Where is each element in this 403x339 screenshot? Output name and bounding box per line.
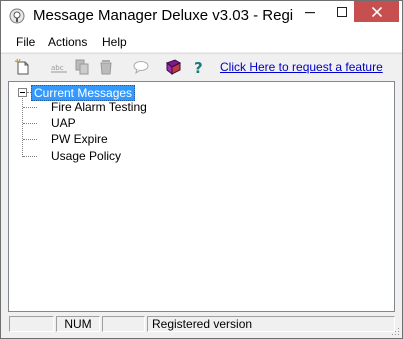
title-bar[interactable]: Message Manager Deluxe v3.03 - Regi: [1, 1, 402, 32]
rename-icon[interactable]: abc: [50, 58, 68, 76]
window-title: Message Manager Deluxe v3.03 - Regi: [33, 7, 294, 24]
status-pane-registration: Registered version: [147, 316, 395, 332]
maximize-button[interactable]: [327, 1, 357, 22]
help-icon[interactable]: ?: [190, 58, 208, 77]
tree-item[interactable]: Usage Policy: [51, 149, 121, 163]
tree-item[interactable]: PW Expire: [51, 132, 108, 146]
tree-root-current-messages[interactable]: Current Messages: [31, 85, 136, 101]
svg-text:?: ?: [194, 59, 203, 76]
minimize-icon: [305, 11, 315, 13]
menu-bar: File Actions Help: [1, 32, 402, 52]
close-icon: [371, 6, 382, 17]
app-window: Message Manager Deluxe v3.03 - Regi File…: [0, 0, 403, 339]
book-icon[interactable]: [164, 58, 182, 76]
toolbar: abc ? Click Here to request a feature: [1, 53, 402, 80]
app-icon[interactable]: [9, 8, 25, 24]
resize-grip-icon[interactable]: [390, 326, 400, 336]
comment-icon[interactable]: [132, 58, 150, 76]
status-pane-caps: [9, 316, 54, 332]
status-pane-num: NUM: [56, 316, 100, 332]
tree-item[interactable]: Fire Alarm Testing: [51, 100, 147, 114]
menu-file[interactable]: File: [16, 35, 35, 49]
request-feature-link[interactable]: Click Here to request a feature: [220, 60, 383, 74]
tree-item[interactable]: UAP: [51, 116, 76, 130]
status-pane-scroll: [102, 316, 145, 332]
menu-help[interactable]: Help: [102, 35, 127, 49]
maximize-icon: [337, 6, 347, 17]
tree-collapse-toggle[interactable]: [18, 88, 27, 97]
svg-text:abc: abc: [51, 64, 64, 72]
tree-connector: [23, 156, 37, 157]
delete-icon[interactable]: [97, 58, 115, 76]
status-bar: NUM Registered version: [1, 314, 402, 338]
tree-connector: [23, 123, 37, 124]
menu-actions[interactable]: Actions: [48, 35, 87, 49]
minimize-button[interactable]: [295, 1, 325, 22]
tree-connector: [23, 107, 37, 108]
tree-connector: [23, 139, 37, 140]
copy-icon[interactable]: [73, 58, 91, 76]
new-message-icon[interactable]: [14, 58, 32, 76]
message-tree[interactable]: Current Messages Fire Alarm Testing UAP …: [8, 81, 395, 312]
close-button[interactable]: [354, 1, 399, 22]
